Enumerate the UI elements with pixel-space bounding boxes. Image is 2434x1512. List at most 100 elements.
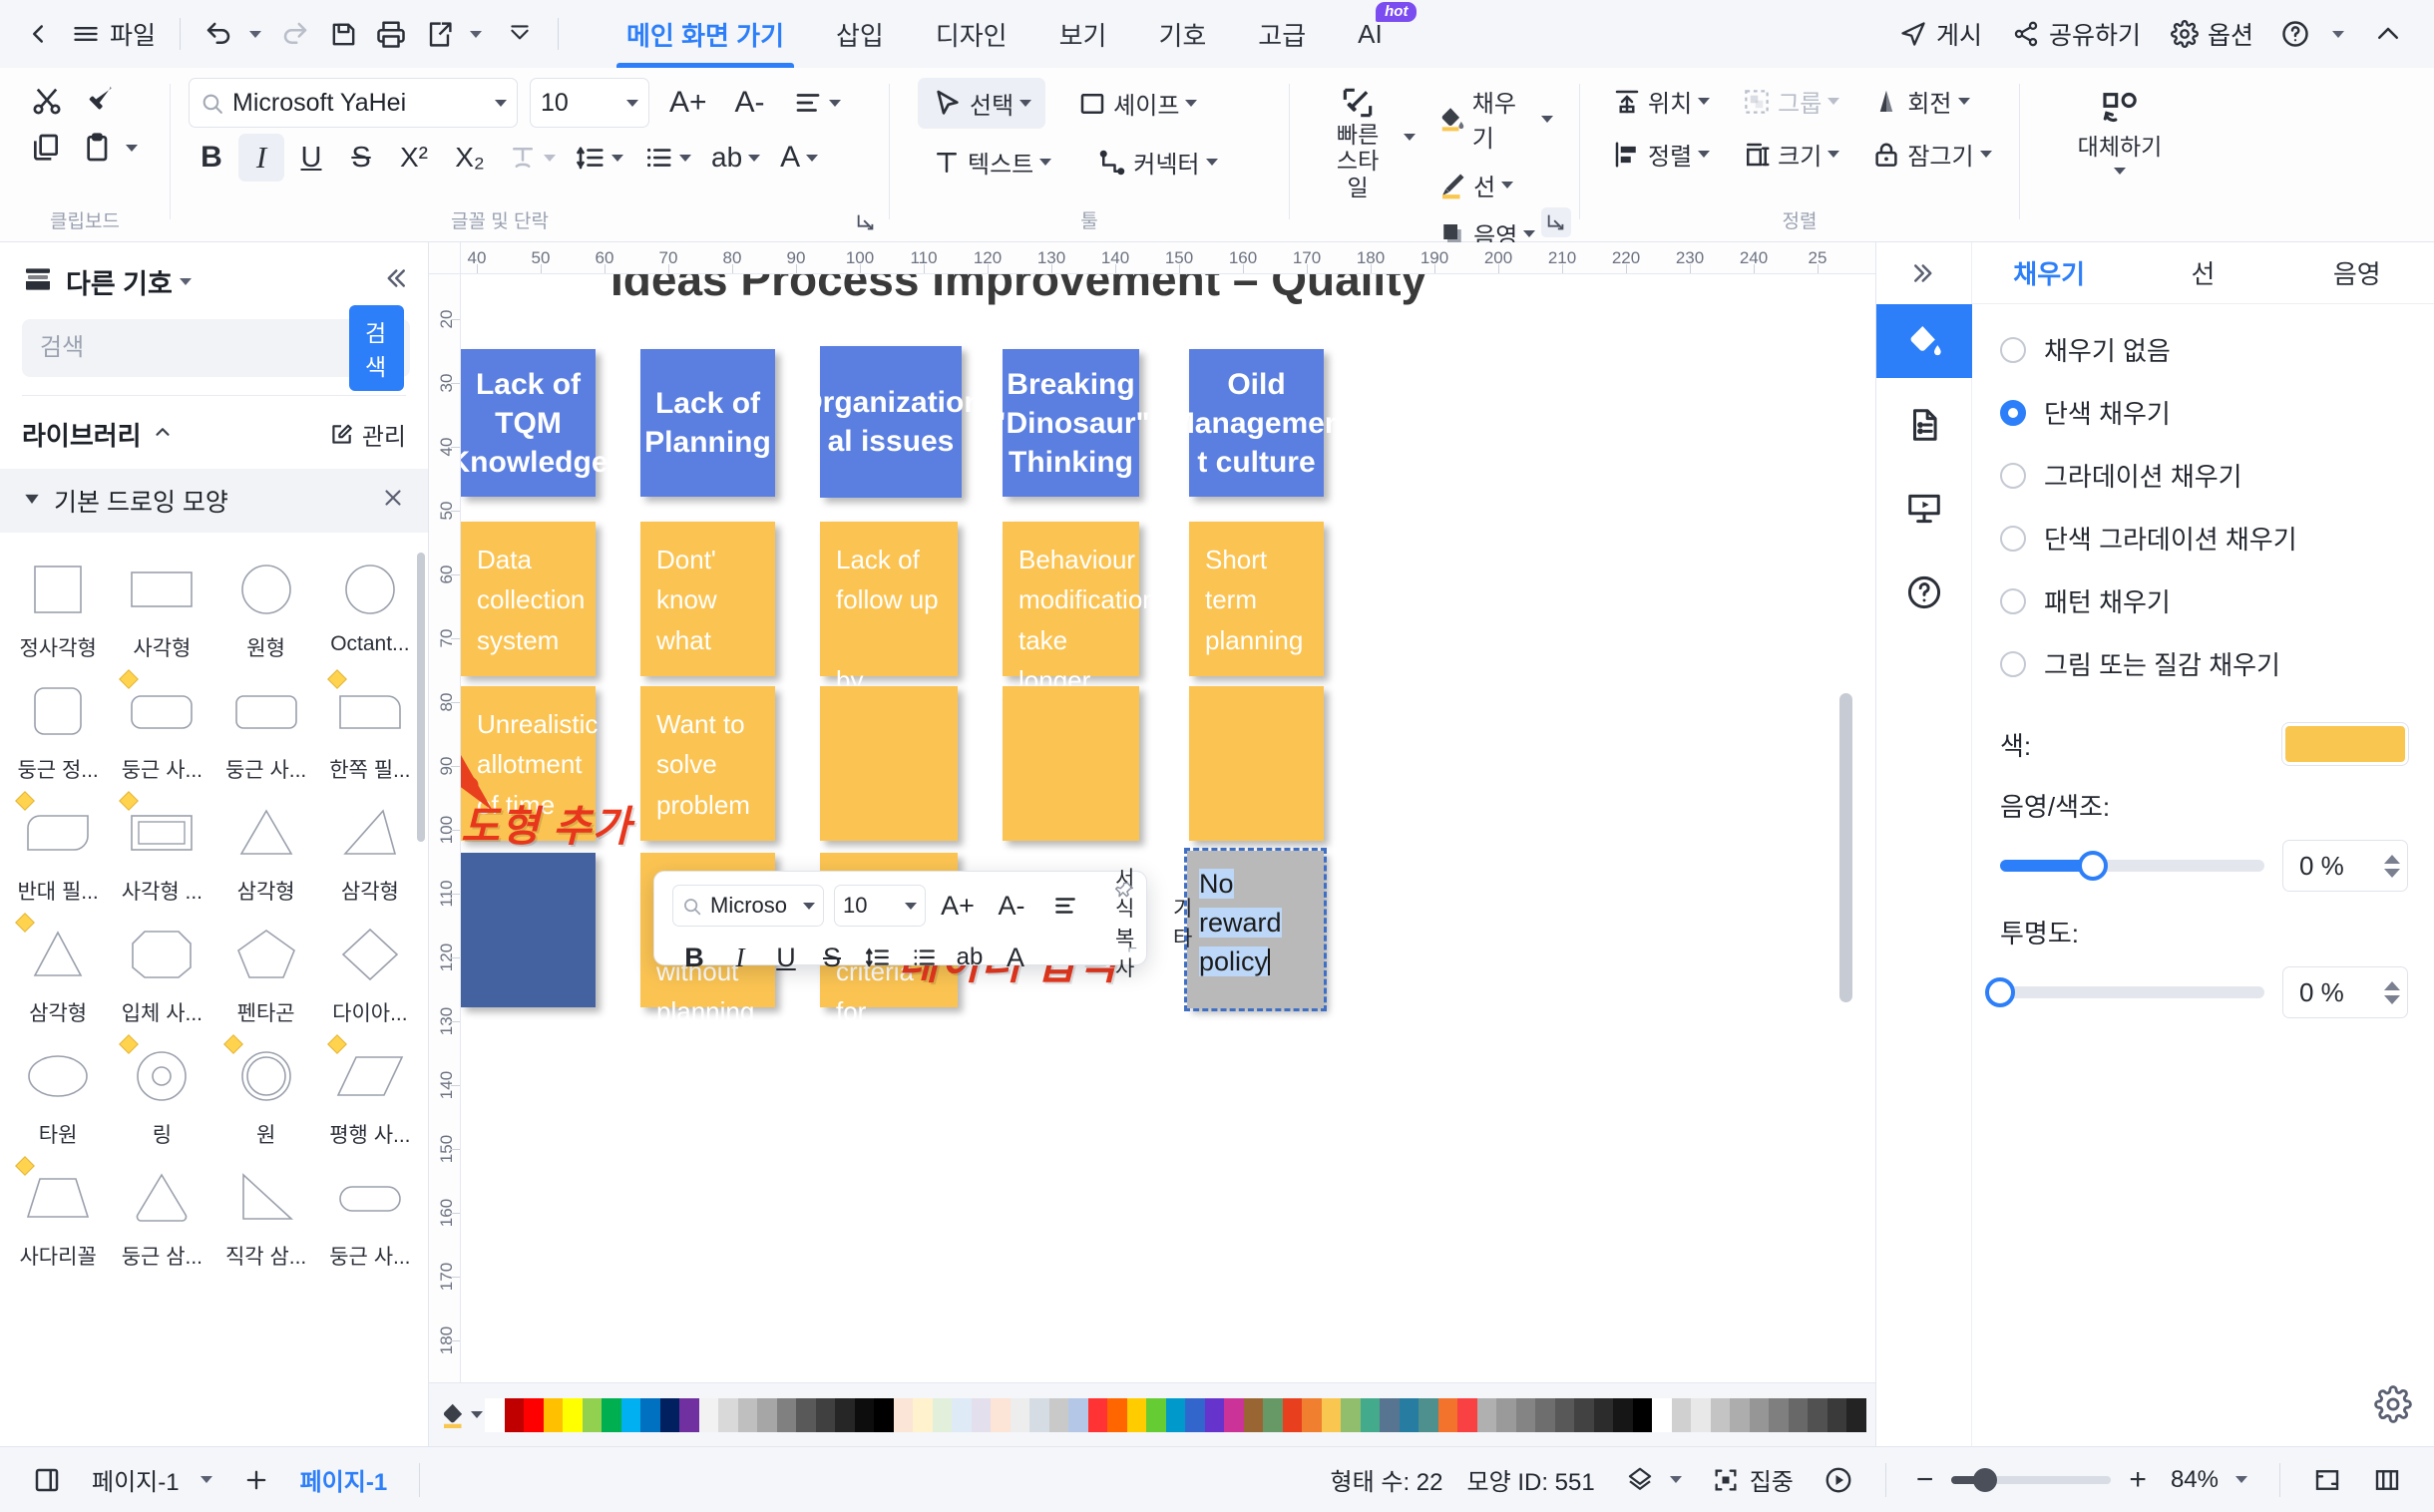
float-align-button[interactable] (1043, 884, 1087, 928)
fill-option-solid-gradient[interactable]: 단색 그라데이션 채우기 (1972, 507, 2434, 569)
increase-font-size-button[interactable]: A+ (661, 80, 715, 126)
file-menu-button[interactable]: 파일 (62, 10, 166, 58)
float-line-spacing-button[interactable] (856, 936, 900, 979)
palette-swatch[interactable] (1399, 1397, 1419, 1432)
float-font-color-button[interactable]: A (994, 936, 1037, 979)
rotate-button[interactable]: 회전 (1863, 78, 1977, 125)
palette-swatch[interactable] (504, 1397, 524, 1432)
font-color-dropdown-icon[interactable] (806, 154, 819, 162)
shape-grid-scrollbar[interactable] (417, 553, 425, 842)
zoom-slider[interactable] (1951, 1467, 2112, 1492)
library-manage-button[interactable]: 관리 (328, 417, 406, 452)
copy-button[interactable] (22, 126, 70, 170)
palette-swatch[interactable] (1419, 1397, 1438, 1432)
section-expand-icon[interactable] (22, 489, 42, 514)
gear-icon[interactable] (2374, 1385, 2412, 1428)
shape-item-trapezoid[interactable]: 사다리꼴 (6, 1155, 110, 1277)
fill-color-swatch[interactable] (2282, 723, 2408, 765)
undo-icon[interactable] (195, 10, 242, 58)
connector-tool-dropdown-icon[interactable] (1205, 159, 1218, 166)
palette-swatch[interactable] (1048, 1397, 1068, 1432)
clear-format-button[interactable] (500, 137, 564, 179)
palette-swatch[interactable] (1087, 1397, 1107, 1432)
canvas-area[interactable]: 40 50 60 70 80 90 100 110 120 130 140 150 160 170 180 1… (429, 242, 1875, 1446)
tab-design[interactable]: 디자인 (910, 0, 1033, 68)
palette-swatch[interactable] (1826, 1397, 1846, 1432)
palette-swatch[interactable] (1846, 1397, 1866, 1432)
palette-swatch[interactable] (1282, 1397, 1302, 1432)
radio-icon[interactable] (2000, 650, 2026, 677)
zoom-out-button[interactable]: − (1908, 1463, 1942, 1497)
palette-swatch[interactable] (1593, 1397, 1613, 1432)
close-section-icon[interactable] (380, 485, 406, 518)
palette-swatch[interactable] (874, 1397, 894, 1432)
tab-ai[interactable]: AI hot (1332, 0, 1418, 68)
sticky-note-yellow[interactable] (1003, 686, 1139, 841)
tab-line[interactable]: 선 (2126, 242, 2279, 303)
font-size-dropdown-icon[interactable] (626, 99, 638, 107)
palette-swatch[interactable] (1224, 1397, 1244, 1432)
group-button[interactable]: 그룹 (1734, 78, 1847, 125)
palette-swatch[interactable] (1107, 1397, 1127, 1432)
fill-option-none[interactable]: 채우기 없음 (1972, 318, 2434, 381)
shape-item-donut[interactable]: 원 (214, 1033, 318, 1155)
tint-stepper[interactable] (2383, 854, 2401, 879)
palette-fill-icon[interactable] (439, 1400, 485, 1430)
sticky-note-yellow[interactable]: Behaviour modification take longer then … (1003, 522, 1157, 816)
float-strikethrough-button[interactable]: S (810, 936, 854, 979)
lock-button[interactable]: 잠그기 (1863, 131, 1999, 178)
fill-dropdown-icon[interactable] (1541, 115, 1553, 123)
shape-item-rounded-triangle[interactable]: 둥근 삼... (110, 1155, 213, 1277)
float-bullet-list-button[interactable] (902, 936, 946, 979)
palette-swatch[interactable] (1263, 1397, 1283, 1432)
fill-option-pattern[interactable]: 패턴 채우기 (1972, 569, 2434, 632)
tab-symbol[interactable]: 기호 (1132, 0, 1232, 68)
shape-item-rounded-rect[interactable]: 둥근 사... (110, 668, 213, 790)
underline-button[interactable]: U (288, 136, 334, 181)
palette-swatch[interactable] (1341, 1397, 1361, 1432)
text-tool-button[interactable]: 텍스트 (918, 137, 1065, 188)
bullet-list-button[interactable] (635, 137, 699, 179)
palette-swatch[interactable] (1515, 1397, 1535, 1432)
shape-tool-dropdown-icon[interactable] (1185, 100, 1198, 107)
palette-swatch[interactable] (1068, 1397, 1088, 1432)
page-tab-active[interactable]: 페이지-1 (290, 1454, 398, 1505)
radio-icon[interactable] (2000, 587, 2026, 614)
palette-swatch[interactable] (485, 1397, 505, 1432)
fill-button[interactable]: 채우기 (1429, 78, 1561, 160)
replace-shape-dropdown-icon[interactable] (2113, 168, 2126, 176)
collapse-ribbon-icon[interactable] (2364, 10, 2412, 58)
palette-swatch[interactable] (1204, 1397, 1224, 1432)
tab-fill[interactable]: 채우기 (1972, 242, 2126, 303)
share-button[interactable]: 공유하기 (2000, 8, 2153, 60)
bullet-list-dropdown-icon[interactable] (679, 154, 691, 162)
bold-button[interactable]: B (189, 135, 234, 181)
text-tool-dropdown-icon[interactable] (1039, 159, 1052, 166)
line-dropdown-icon[interactable] (1501, 182, 1514, 189)
palette-swatch[interactable] (640, 1397, 660, 1432)
float-decrease-font-button[interactable]: A- (990, 884, 1033, 928)
shape-item-triangle2[interactable]: 삼각형 (6, 912, 110, 1033)
float-font-name-dropdown-icon[interactable] (803, 902, 815, 910)
palette-swatch[interactable] (952, 1397, 972, 1432)
float-toolbar-resize-handle[interactable]: ⌐ (1128, 941, 1137, 958)
palette-swatch[interactable] (854, 1397, 874, 1432)
format-painter-button[interactable] (76, 78, 126, 124)
sticky-note-blue[interactable]: Oild Managemen t culture (1170, 349, 1343, 497)
decrease-font-size-button[interactable]: A- (727, 80, 773, 126)
float-font-name-combo[interactable]: Microso (672, 885, 824, 927)
replace-shape-button[interactable]: 대체하기 (2066, 82, 2175, 181)
tint-value-input[interactable]: 0 % (2282, 840, 2408, 892)
rail-presentation-icon[interactable] (1887, 472, 1961, 546)
palette-swatch[interactable] (718, 1397, 738, 1432)
palette-swatch[interactable] (991, 1397, 1011, 1432)
sticky-note-yellow[interactable] (1189, 686, 1324, 841)
font-dialog-launcher[interactable] (851, 207, 881, 237)
palette-swatch[interactable] (815, 1397, 835, 1432)
size-button[interactable]: 크기 (1734, 131, 1847, 178)
paste-button[interactable] (74, 126, 122, 170)
font-name-dropdown-icon[interactable] (495, 99, 507, 107)
sticky-note-blue[interactable]: Breaking "Dinosaur" Thinking (992, 349, 1150, 497)
float-font-size-combo[interactable]: 10 (834, 885, 926, 927)
palette-swatch[interactable] (1243, 1397, 1263, 1432)
